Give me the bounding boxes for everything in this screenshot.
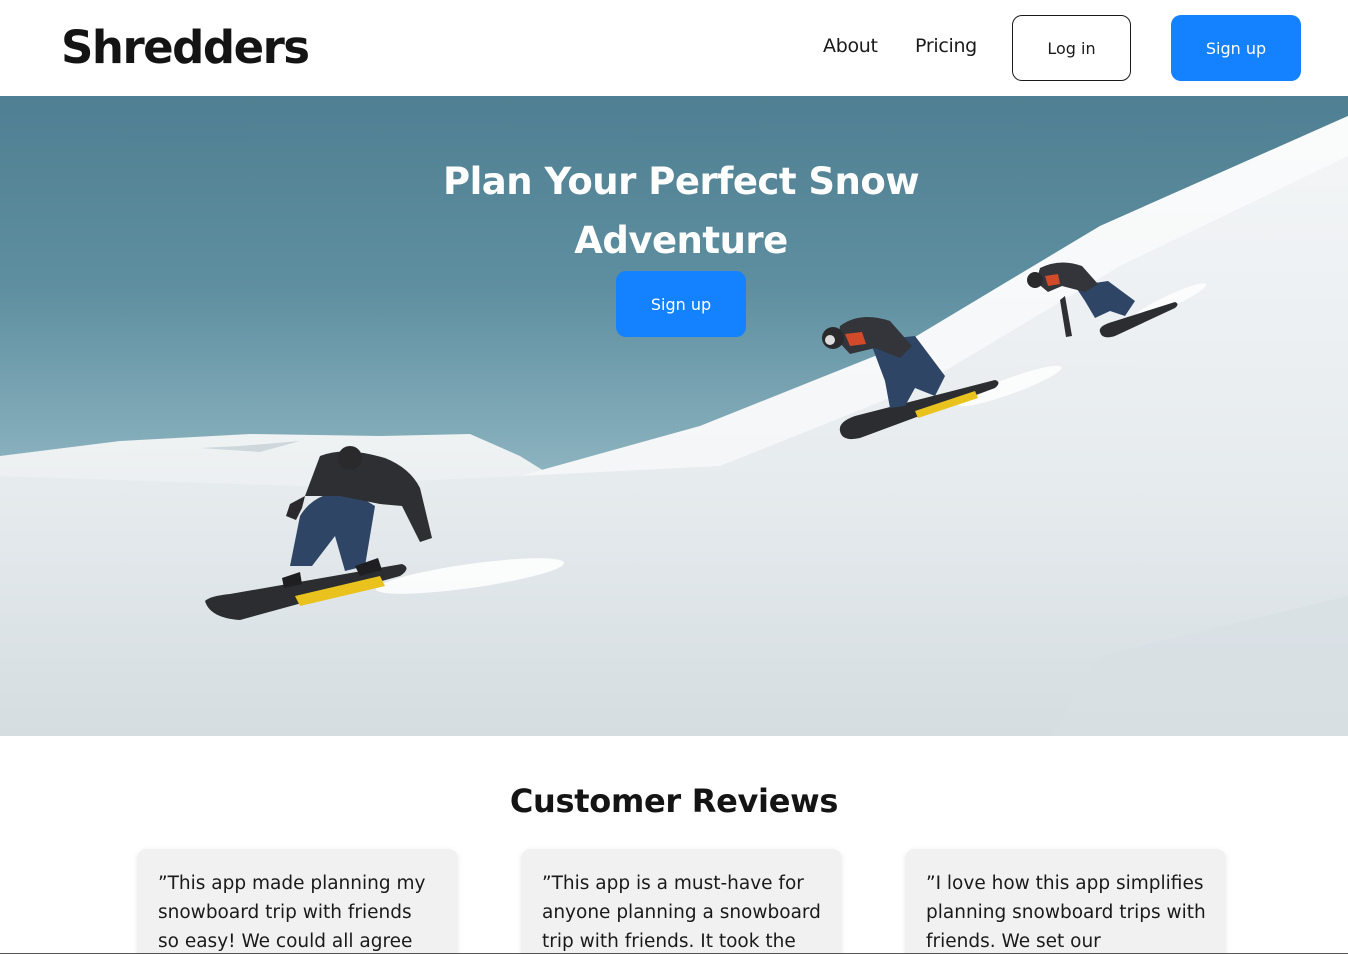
review-card: ”I love how this app simplifies planning…	[905, 849, 1226, 954]
hero-signup-button[interactable]: Sign up	[616, 271, 746, 337]
review-card: ”This app made planning my snowboard tri…	[137, 849, 458, 954]
hero-title: Plan Your Perfect Snow Adventure	[442, 160, 920, 262]
review-text: ”This app is a must-have for anyone plan…	[542, 873, 821, 952]
review-card: ”This app is a must-have for anyone plan…	[521, 849, 842, 954]
nav-about-link[interactable]: About	[823, 34, 878, 58]
reviews-title: Customer Reviews	[509, 782, 839, 820]
login-button[interactable]: Log in	[1012, 15, 1131, 81]
nav-pricing-link[interactable]: Pricing	[915, 34, 977, 58]
site-header: Shredders About Pricing Log in Sign up	[0, 0, 1348, 96]
hero-section: Plan Your Perfect Snow Adventure Sign up	[0, 96, 1348, 736]
review-text: ”I love how this app simplifies planning…	[926, 873, 1206, 952]
review-text: ”This app made planning my snowboard tri…	[158, 873, 426, 952]
header-signup-button[interactable]: Sign up	[1171, 15, 1301, 81]
logo[interactable]: Shredders	[61, 20, 310, 76]
